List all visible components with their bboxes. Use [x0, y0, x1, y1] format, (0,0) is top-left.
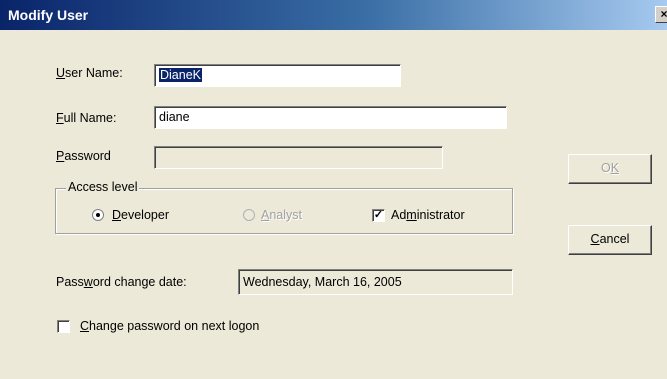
password-change-date-label: Password change date: — [56, 275, 187, 289]
developer-label[interactable]: Developer — [112, 208, 169, 222]
modify-user-dialog: Modify User × User Name: DianeK Full Nam… — [0, 0, 667, 379]
checkmark-icon: ✓ — [373, 209, 384, 221]
radio-selected-dot — [96, 213, 100, 217]
full-name-value: diane — [159, 110, 190, 124]
window-title: Modify User — [8, 7, 89, 23]
password-input[interactable] — [154, 146, 443, 169]
title-bar[interactable]: Modify User × — [0, 0, 667, 30]
close-icon: × — [660, 7, 667, 21]
password-change-date-value: Wednesday, March 16, 2005 — [243, 275, 402, 289]
access-level-legend: Access level — [66, 180, 140, 194]
password-label: Password — [56, 149, 111, 163]
administrator-label[interactable]: Administrator — [391, 208, 465, 222]
password-change-date-field: Wednesday, March 16, 2005 — [238, 269, 513, 295]
analyst-radio[interactable] — [243, 209, 255, 221]
cancel-button[interactable]: Cancel — [568, 225, 652, 255]
ok-button[interactable]: OK — [568, 154, 652, 184]
developer-radio[interactable] — [92, 209, 104, 221]
full-name-label: Full Name: — [56, 111, 117, 125]
administrator-checkbox[interactable]: ✓ — [372, 209, 385, 222]
user-name-input[interactable]: DianeK — [154, 64, 401, 87]
user-name-value: DianeK — [159, 68, 202, 82]
change-password-label[interactable]: Change password on next logon — [80, 319, 259, 333]
close-button[interactable]: × — [655, 6, 667, 23]
change-password-checkbox[interactable] — [57, 320, 70, 333]
user-name-label: User Name: — [56, 66, 123, 80]
full-name-input[interactable]: diane — [154, 106, 507, 129]
analyst-label[interactable]: Analyst — [261, 208, 302, 222]
